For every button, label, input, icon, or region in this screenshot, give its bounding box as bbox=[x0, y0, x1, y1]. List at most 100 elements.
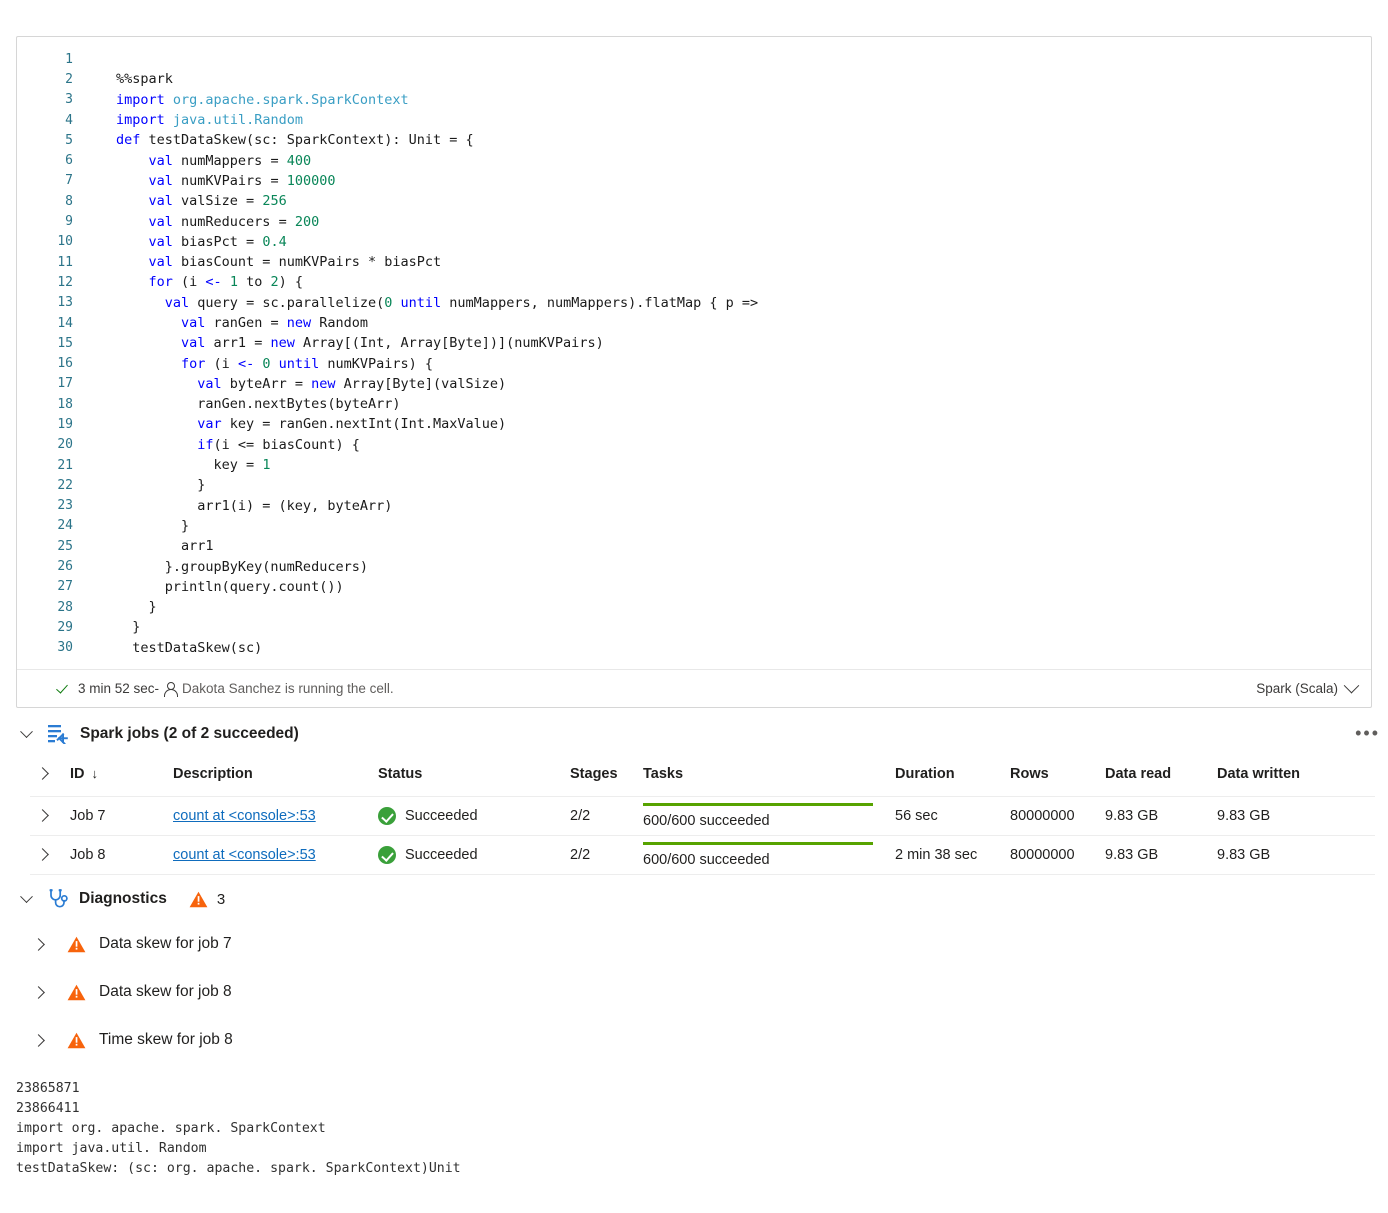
row-expand-cell[interactable] bbox=[30, 835, 70, 875]
cell-data-read: 9.83 GB bbox=[1105, 835, 1217, 875]
line-number: 9 bbox=[65, 214, 73, 230]
code-line[interactable]: 13 val query = sc.parallelize(0 until nu… bbox=[17, 293, 1371, 313]
code-line[interactable]: 24 } bbox=[17, 516, 1371, 536]
cell-status: Succeeded bbox=[378, 835, 570, 875]
status-success-icon bbox=[378, 807, 396, 825]
tasks-progress-bar bbox=[643, 842, 873, 845]
column-header-data-read[interactable]: Data read bbox=[1105, 760, 1217, 797]
code-line[interactable]: 30 testDataSkew(sc) bbox=[17, 638, 1371, 658]
code-line-text: if(i <= biasCount) { bbox=[197, 436, 360, 453]
language-selector[interactable]: Spark (Scala) bbox=[1256, 677, 1360, 696]
diagnostic-label: Data skew for job 8 bbox=[99, 983, 232, 1000]
expand-all-header[interactable] bbox=[30, 760, 70, 797]
code-line-text: arr1 bbox=[116, 538, 214, 555]
column-label-id: ID bbox=[70, 766, 85, 782]
description-link[interactable]: count at <console>:53 bbox=[173, 808, 316, 824]
cell-data-read: 9.83 GB bbox=[1105, 796, 1217, 836]
column-header-status[interactable]: Status bbox=[378, 760, 570, 797]
notebook-code-cell[interactable]: 1 2 %%spark 3 import org.apache.spark.SparkC… bbox=[16, 36, 1372, 708]
code-line[interactable]: 6 val numMappers = 400 bbox=[17, 150, 1371, 170]
code-line[interactable]: 29 } bbox=[17, 617, 1371, 637]
code-line-text: val ranGen = new Random bbox=[181, 315, 368, 331]
code-line[interactable]: 20 if(i <= biasCount) { bbox=[17, 435, 1371, 455]
chevron-right-icon[interactable] bbox=[36, 767, 49, 780]
column-header-tasks[interactable]: Tasks bbox=[643, 760, 895, 797]
line-number: 27 bbox=[57, 579, 73, 595]
code-line[interactable]: 21 key = 1 bbox=[17, 455, 1371, 475]
code-line[interactable]: 22 } bbox=[17, 475, 1371, 495]
code-line[interactable]: 16 for (i <- 0 until numKVPairs) { bbox=[17, 353, 1371, 373]
code-line[interactable]: 8 val valSize = 256 bbox=[17, 191, 1371, 211]
code-line[interactable]: 26 }.groupByKey(numReducers) bbox=[17, 556, 1371, 576]
line-number: 30 bbox=[57, 640, 73, 656]
code-line[interactable]: 7 val numKVPairs = 100000 bbox=[17, 171, 1371, 191]
code-line[interactable]: 25 arr1 bbox=[17, 536, 1371, 556]
spark-jobs-collapse-toggle[interactable] bbox=[14, 724, 38, 739]
line-number: 21 bbox=[57, 457, 73, 473]
code-line[interactable]: 23 arr1(i) = (key, byteArr) bbox=[17, 496, 1371, 516]
row-expand-cell[interactable] bbox=[30, 796, 70, 836]
code-line[interactable]: 18 ranGen.nextBytes(byteArr) bbox=[17, 394, 1371, 414]
column-header-description[interactable]: Description bbox=[173, 760, 378, 797]
diagnostic-item[interactable]: Data skew for job 7 bbox=[26, 930, 232, 958]
code-line[interactable]: 28 } bbox=[17, 597, 1371, 617]
code-line[interactable]: 5 def testDataSkew(sc: SparkContext): Uni… bbox=[17, 130, 1371, 150]
chevron-right-icon[interactable] bbox=[36, 809, 49, 822]
code-editor[interactable]: 1 2 %%spark 3 import org.apache.spark.SparkC… bbox=[17, 49, 1371, 658]
diagnostic-item[interactable]: Time skew for job 8 bbox=[26, 1026, 233, 1054]
code-line[interactable]: 2 %%spark bbox=[17, 69, 1371, 89]
diagnostic-expand-toggle[interactable] bbox=[26, 937, 50, 951]
column-header-id[interactable]: ID ↓ bbox=[70, 760, 173, 797]
code-line[interactable]: 4 import java.util.Random bbox=[17, 110, 1371, 130]
diagnostic-label: Data skew for job 7 bbox=[99, 935, 232, 952]
code-line-text: } bbox=[116, 517, 190, 534]
diagnostic-item[interactable]: Data skew for job 8 bbox=[26, 978, 232, 1006]
code-line-text: } bbox=[116, 477, 206, 494]
spark-jobs-header[interactable]: Spark jobs (2 of 2 succeeded) bbox=[14, 718, 1374, 750]
code-line[interactable]: 10 val biasPct = 0.4 bbox=[17, 232, 1371, 252]
diagnostic-expand-toggle[interactable] bbox=[26, 985, 50, 999]
chevron-down-icon[interactable] bbox=[1343, 677, 1360, 694]
status-badge: Succeeded bbox=[405, 847, 478, 863]
table-row[interactable]: Job 8 count at <console>:53 Succeeded 2/2 60… bbox=[30, 835, 1375, 875]
code-line-text: val query = sc.parallelize(0 until numMa… bbox=[164, 294, 759, 311]
column-header-rows[interactable]: Rows bbox=[1010, 760, 1105, 797]
chevron-down-icon bbox=[19, 889, 33, 903]
line-number: 11 bbox=[57, 254, 73, 270]
diagnostics-header[interactable]: Diagnostics 3 bbox=[14, 884, 225, 914]
code-line[interactable]: 1 bbox=[17, 49, 1371, 69]
code-line-text: }.groupByKey(numReducers) bbox=[116, 558, 368, 575]
cell-description[interactable]: count at <console>:53 bbox=[173, 796, 378, 836]
column-header-stages[interactable]: Stages bbox=[570, 760, 643, 797]
cell-description[interactable]: count at <console>:53 bbox=[173, 835, 378, 875]
code-line[interactable]: 11 val biasCount = numKVPairs * biasPct bbox=[17, 252, 1371, 272]
code-line-text: val arr1 = new Array[(Int, Array[Byte])]… bbox=[181, 335, 604, 352]
code-line[interactable]: 3 import org.apache.spark.SparkContext bbox=[17, 90, 1371, 110]
code-line[interactable]: 15 val arr1 = new Array[(Int, Array[Byte… bbox=[17, 333, 1371, 353]
column-header-duration[interactable]: Duration bbox=[895, 760, 1010, 797]
code-line-text: key = 1 bbox=[116, 457, 271, 474]
code-line[interactable]: 19 var key = ranGen.nextInt(Int.MaxValue… bbox=[17, 414, 1371, 434]
code-line-text: val biasCount = numKVPairs * biasPct bbox=[148, 254, 442, 271]
code-line-text: ranGen.nextBytes(byteArr) bbox=[116, 396, 401, 413]
table-row[interactable]: Job 7 count at <console>:53 Succeeded 2/2 60… bbox=[30, 796, 1375, 836]
code-line[interactable]: 12 for (i <- 1 to 2) { bbox=[17, 272, 1371, 292]
description-link[interactable]: count at <console>:53 bbox=[173, 847, 316, 863]
code-line-text: var key = ranGen.nextInt(Int.MaxValue) bbox=[197, 416, 507, 433]
warning-triangle-icon bbox=[67, 984, 86, 1001]
chevron-right-icon[interactable] bbox=[36, 848, 49, 861]
code-line[interactable]: 14 val ranGen = new Random bbox=[17, 313, 1371, 333]
diagnostic-expand-toggle[interactable] bbox=[26, 1033, 50, 1047]
tasks-label: 600/600 succeeded bbox=[643, 813, 770, 829]
code-line[interactable]: 17 val byteArr = new Array[Byte](valSize… bbox=[17, 374, 1371, 394]
column-header-data-written[interactable]: Data written bbox=[1217, 760, 1375, 797]
code-line[interactable]: 9 val numReducers = 200 bbox=[17, 211, 1371, 231]
language-label: Spark (Scala) bbox=[1256, 681, 1338, 696]
spark-jobs-more-button[interactable]: ••• bbox=[1355, 724, 1380, 742]
cell-duration: 2 min 38 sec bbox=[895, 835, 1010, 875]
code-line[interactable]: 27 println(query.count()) bbox=[17, 577, 1371, 597]
diagnostics-collapse-toggle[interactable] bbox=[14, 889, 38, 904]
line-number: 29 bbox=[57, 619, 73, 635]
cell-duration: 56 sec bbox=[895, 796, 1010, 836]
output-line: 23866411 bbox=[16, 1101, 80, 1116]
